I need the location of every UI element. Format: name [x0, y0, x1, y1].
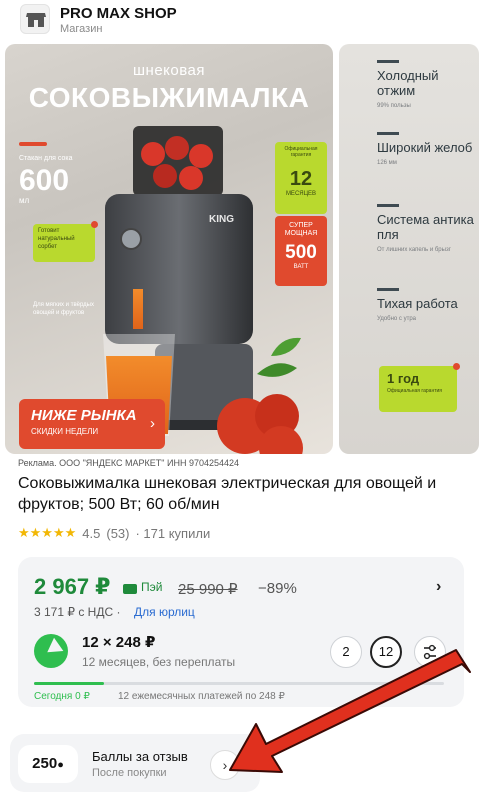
- brand-text: KING: [209, 214, 234, 225]
- feature-sub: 99% пользы: [377, 102, 411, 109]
- gallery-slide-2[interactable]: Холодный отжим 99% пользы Широкий желоб …: [339, 44, 479, 454]
- feature-title: Система антика пля: [377, 212, 474, 242]
- sorbet-badge: Готовит натуральный сорбет: [33, 221, 98, 262]
- feature-sub: Удобно с утра: [377, 315, 417, 322]
- bonus-subtitle: После покупки: [92, 767, 167, 779]
- product-gallery[interactable]: KING шнековая СОКОВЫЖИМАЛКА Стакан для с…: [0, 40, 483, 456]
- feature-item: Холодный отжим 99% пользы: [377, 60, 477, 109]
- pay-label: Пэй: [141, 580, 163, 594]
- feature-item: Тихая работа Удобно с утра: [377, 288, 477, 322]
- guarantee-value: 12: [289, 168, 313, 190]
- rating-value: 4.5: [82, 525, 101, 541]
- badge-dot: [91, 221, 98, 228]
- shop-header[interactable]: PRO MAX SHOP Магазин: [0, 0, 483, 42]
- product-title: Соковыжималка шнековая электрическая для…: [18, 475, 437, 513]
- stat-value: 600: [19, 164, 70, 197]
- feature-line: [377, 132, 399, 135]
- cta-subtitle: СКИДКИ НЕДЕЛИ: [31, 427, 99, 436]
- guarantee-badge: Официальная гарантия 12 МЕСЯЦЕВ: [275, 142, 327, 214]
- bonus-title: Баллы за отзыв: [92, 749, 188, 764]
- cta-title: НИЖЕ РЫНКА: [31, 407, 137, 424]
- arrow-right-icon: ›: [150, 415, 155, 432]
- guarantee-label: Официальная гарантия: [284, 146, 318, 158]
- installment-terms: 12 месяцев, без переплаты: [82, 655, 236, 669]
- shop-name[interactable]: PRO MAX SHOP: [60, 5, 177, 22]
- feature-item: Широкий желоб 126 мм: [377, 132, 477, 166]
- bought-count: · 171 купили: [135, 525, 211, 541]
- power-badge: СУПЕР МОЩНАЯ 500 ВАТТ: [275, 216, 327, 286]
- for-fruits-text: Для мягких и твёрдых овощей и фруктов: [33, 302, 94, 316]
- split-payment-icon: [34, 634, 68, 668]
- feature-title: Широкий желоб: [377, 140, 473, 155]
- gallery-slide-main[interactable]: KING шнековая СОКОВЫЖИМАЛКА Стакан для с…: [5, 44, 333, 454]
- guarantee-unit: МЕСЯЦЕВ: [285, 191, 317, 197]
- stat-unit: мл: [19, 196, 30, 205]
- discount-percent: −89%: [258, 580, 297, 597]
- current-price: 2 967 ₽: [34, 574, 111, 599]
- bonus-points: 250: [32, 755, 58, 772]
- feature-title: Тихая работа: [377, 296, 458, 311]
- star-rating-icon: ★★★★★: [18, 525, 77, 540]
- installment-option-2[interactable]: 2: [330, 636, 362, 668]
- bonus-points-pill: 250●: [18, 745, 78, 783]
- warranty-badge: 1 год Официальная гарантия: [379, 363, 460, 412]
- feature-sub: От лишних капель и брызг: [377, 246, 451, 253]
- rating-row[interactable]: ★★★★★ 4.5 (53) · 171 купили: [18, 525, 210, 541]
- ad-disclaimer: Реклама. ООО "ЯНДЕКС МАРКЕТ" ИНН 9704254…: [18, 458, 240, 468]
- feature-line: [377, 204, 399, 207]
- card-icon: [123, 584, 137, 594]
- monthly-payments: 12 ежемесячных платежей по 248 ₽: [118, 691, 285, 702]
- feature-line: [377, 288, 399, 291]
- today-payment: Сегодня 0 ₽: [34, 691, 90, 702]
- storefront-icon[interactable]: [20, 4, 50, 34]
- slide-title: СОКОВЫЖИМАЛКА: [28, 82, 310, 113]
- old-price: 25 990 ₽: [178, 581, 238, 598]
- feature-item: Система антика пля От лишних капель и бр…: [377, 204, 477, 253]
- chevron-right-icon[interactable]: ›: [210, 750, 240, 780]
- legal-entity-link[interactable]: Для юрлиц: [134, 605, 195, 619]
- installment-option-12[interactable]: 12: [370, 636, 402, 668]
- below-market-banner: НИЖЕ РЫНКА СКИДКИ НЕДЕЛИ ›: [19, 399, 165, 449]
- installment-amount: 12 × 248 ₽: [82, 634, 156, 651]
- warranty-sub: Официальная гарантия: [387, 388, 443, 394]
- stat-label: Стакан для сока: [19, 155, 73, 162]
- power-label: СУПЕР МОЩНАЯ: [284, 222, 318, 238]
- feature-line: [377, 60, 399, 63]
- power-unit: ВАТТ: [293, 264, 309, 271]
- power-value: 500: [285, 242, 317, 264]
- settings-sliders-icon[interactable]: [414, 636, 446, 668]
- feature-title: Холодный отжим: [377, 68, 439, 98]
- reviews-count[interactable]: (53): [106, 526, 129, 541]
- stat-accent-line: [19, 142, 47, 146]
- shop-type: Магазин: [60, 23, 103, 35]
- sorbet-text: Готовит натуральный сорбет: [38, 228, 75, 250]
- warranty-title: 1 год: [387, 371, 420, 386]
- badge-dot: [453, 363, 460, 370]
- feature-sub: 126 мм: [377, 159, 397, 166]
- slide-subtitle: шнековая: [133, 62, 205, 79]
- payment-progress-fill: [34, 682, 104, 685]
- vat-price: 3 171 ₽ с НДС ·: [34, 605, 121, 619]
- coin-icon: ●: [57, 759, 64, 771]
- chevron-right-icon[interactable]: ›: [436, 578, 441, 596]
